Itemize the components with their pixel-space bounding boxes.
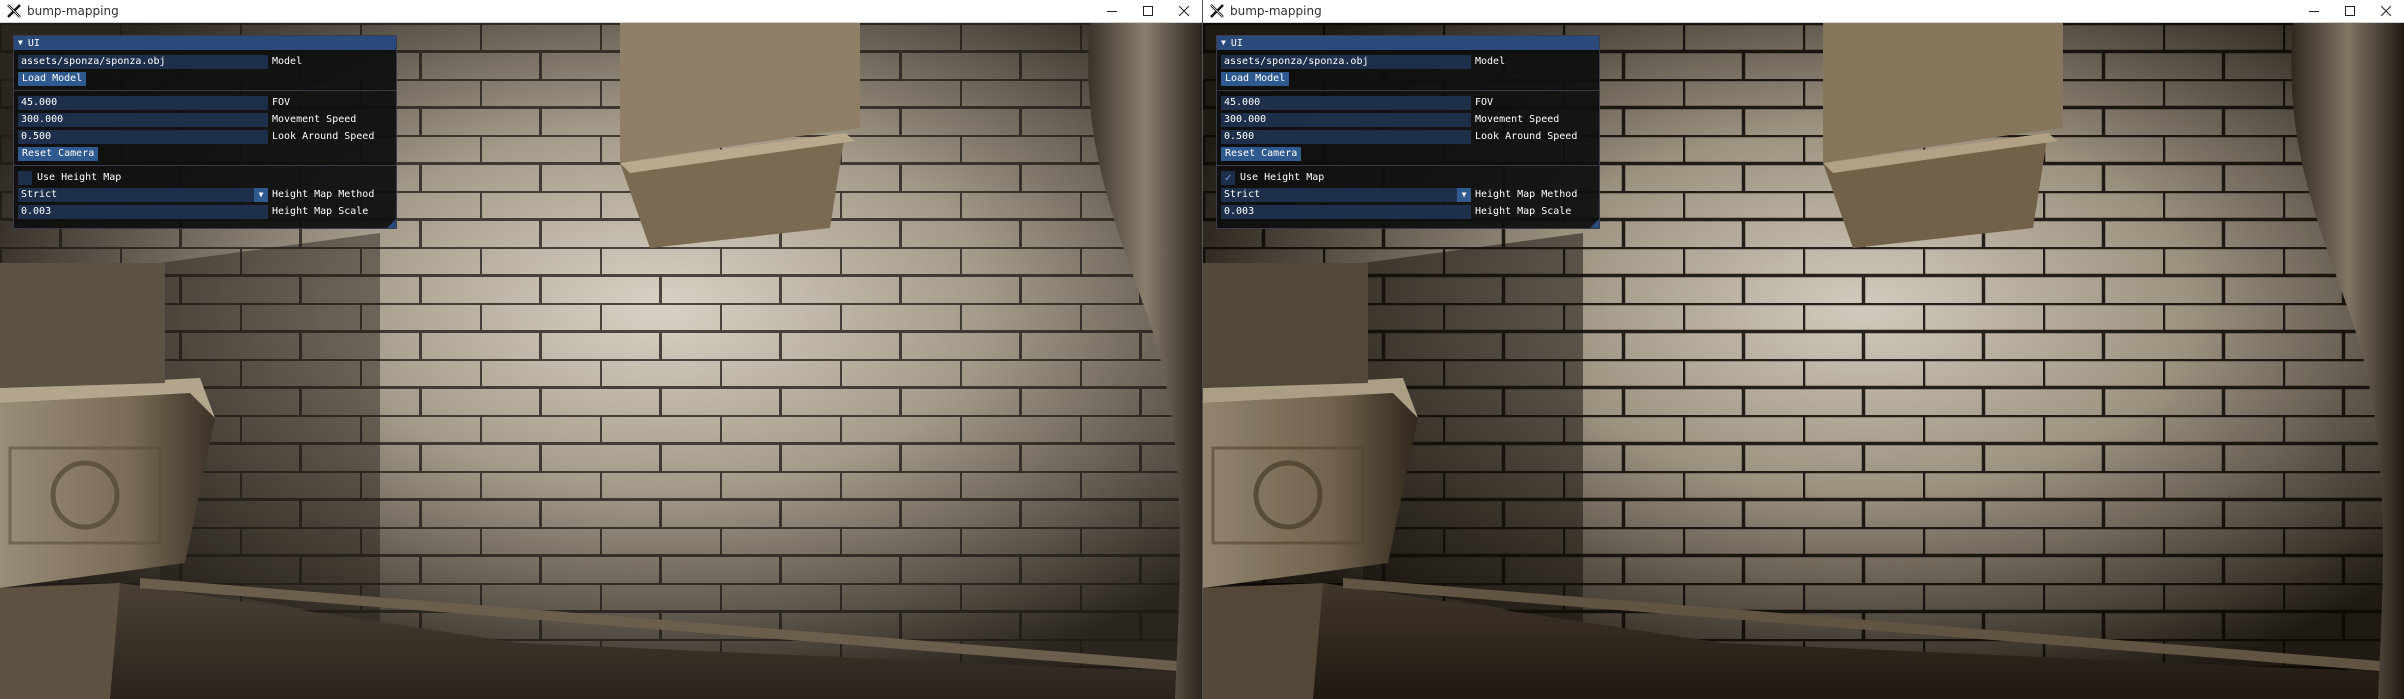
close-button[interactable] [1166, 0, 1202, 23]
imgui-panel[interactable]: ▼ UI assets/sponza/sponza.obj Model Load… [13, 35, 397, 229]
movement-speed-input[interactable]: 300.000 [1221, 112, 1471, 127]
model-path-input[interactable]: assets/sponza/sponza.obj [18, 54, 268, 69]
load-model-button[interactable]: Load Model [1221, 71, 1290, 86]
height-map-scale-input[interactable]: 0.003 [1221, 204, 1471, 219]
triangle-down-icon[interactable]: ▼ [254, 187, 268, 202]
minimize-button[interactable] [2296, 0, 2332, 23]
minimize-button[interactable] [1094, 0, 1130, 23]
look-around-speed-label: Look Around Speed [272, 131, 375, 142]
minimize-icon [2309, 11, 2319, 12]
window-titlebar[interactable]: bump-mapping [0, 0, 1202, 23]
window-title: bump-mapping [1230, 4, 1322, 18]
model-path-input[interactable]: assets/sponza/sponza.obj [1221, 54, 1471, 69]
separator [1217, 165, 1599, 166]
close-button[interactable] [2368, 0, 2404, 23]
reset-camera-button[interactable]: Reset Camera [18, 146, 99, 161]
imgui-panel[interactable]: ▼ UI assets/sponza/sponza.obj Model Load… [1216, 35, 1600, 229]
load-model-button[interactable]: Load Model [18, 71, 87, 86]
use-height-map-label: Use Height Map [1240, 172, 1325, 183]
movement-speed-label: Movement Speed [272, 114, 357, 125]
render-viewport[interactable]: ▼ UI assets/sponza/sponza.obj Model Load… [0, 23, 1202, 699]
separator [1217, 90, 1599, 91]
height-map-method-select[interactable]: Strict ▼ [18, 187, 268, 202]
app-window-left: bump-mapping ▼ UI assets/sponza/sponza.o… [0, 0, 1202, 699]
maximize-icon [1143, 6, 1153, 16]
separator [14, 165, 396, 166]
height-map-method-value: Strict [21, 188, 58, 200]
window-titlebar[interactable]: bump-mapping [1203, 0, 2404, 23]
use-height-map-label: Use Height Map [37, 172, 122, 183]
resize-grip[interactable] [387, 219, 396, 228]
movement-speed-label: Movement Speed [1475, 114, 1560, 125]
height-map-method-value: Strict [1224, 188, 1261, 200]
imgui-panel-title-bar[interactable]: ▼ UI [1217, 36, 1599, 50]
model-label: Model [272, 56, 303, 67]
use-height-map-checkbox[interactable] [18, 170, 32, 185]
render-viewport[interactable]: ▼ UI assets/sponza/sponza.obj Model Load… [1203, 23, 2404, 699]
height-map-scale-input[interactable]: 0.003 [18, 204, 268, 219]
height-map-method-label: Height Map Method [272, 189, 375, 200]
height-map-method-select[interactable]: Strict ▼ [1221, 187, 1471, 202]
triangle-down-icon[interactable]: ▼ [1457, 187, 1471, 202]
minimize-icon [1107, 11, 1117, 12]
height-map-method-label: Height Map Method [1475, 189, 1578, 200]
app-window-right: bump-mapping ▼ UI assets/sponza/sponza.o… [1202, 0, 2404, 699]
x-app-icon [7, 4, 21, 18]
fov-input[interactable]: 45.000 [1221, 95, 1471, 110]
maximize-button[interactable] [2332, 0, 2368, 23]
movement-speed-input[interactable]: 300.000 [18, 112, 268, 127]
imgui-panel-title: UI [1230, 37, 1243, 49]
fov-label: FOV [1475, 97, 1494, 108]
model-label: Model [1475, 56, 1506, 67]
maximize-button[interactable] [1130, 0, 1166, 23]
look-around-speed-input[interactable]: 0.500 [1221, 129, 1471, 144]
look-around-speed-label: Look Around Speed [1475, 131, 1578, 142]
reset-camera-button[interactable]: Reset Camera [1221, 146, 1302, 161]
imgui-panel-title-bar[interactable]: ▼ UI [14, 36, 396, 50]
height-map-scale-label: Height Map Scale [272, 206, 369, 217]
look-around-speed-input[interactable]: 0.500 [18, 129, 268, 144]
separator [14, 90, 396, 91]
imgui-panel-title: UI [27, 37, 40, 49]
fov-input[interactable]: 45.000 [18, 95, 268, 110]
use-height-map-checkbox[interactable]: ✓ [1221, 170, 1235, 185]
close-icon [2381, 6, 2391, 16]
checkmark-icon: ✓ [1224, 171, 1232, 184]
collapse-arrow-icon[interactable]: ▼ [18, 39, 23, 47]
resize-grip[interactable] [1590, 219, 1599, 228]
window-title: bump-mapping [27, 4, 119, 18]
x-app-icon [1210, 4, 1224, 18]
height-map-scale-label: Height Map Scale [1475, 206, 1572, 217]
close-icon [1179, 6, 1189, 16]
maximize-icon [2345, 6, 2355, 16]
collapse-arrow-icon[interactable]: ▼ [1221, 39, 1226, 47]
fov-label: FOV [272, 97, 291, 108]
